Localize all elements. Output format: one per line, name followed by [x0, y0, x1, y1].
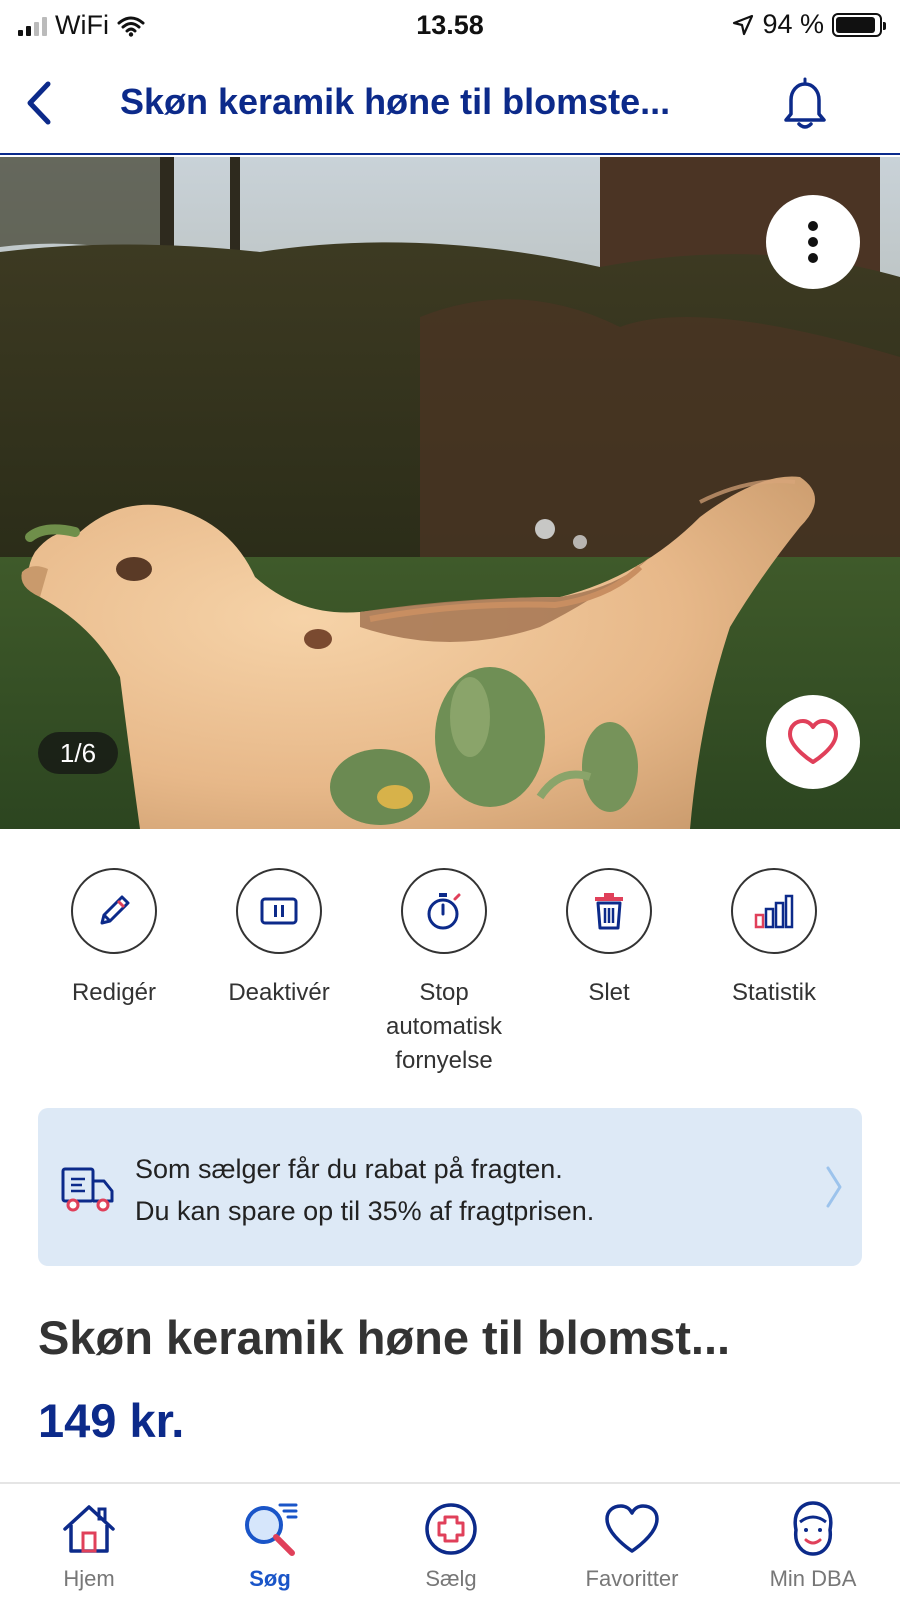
- tab-favorites-label: Favoritter: [585, 1566, 679, 1591]
- edit-action-circle[interactable]: [71, 868, 157, 954]
- battery-percent: 94 %: [762, 9, 824, 39]
- battery-icon: [832, 12, 886, 37]
- delete-action-circle[interactable]: [566, 868, 652, 954]
- more-options-button[interactable]: [766, 195, 860, 289]
- tab-my-dba-label: Min DBA: [769, 1566, 857, 1591]
- shipping-banner-line1: Som sælger får du rabat på fragten.: [135, 1154, 563, 1184]
- pencil-icon: [100, 895, 130, 925]
- deactivate-action[interactable]: Deaktivér: [204, 868, 354, 1010]
- bottom-tab-bar: Hjem Søg Sælg Favoritter Min DBA: [0, 1482, 900, 1600]
- nav-header: Skøn keramik høne til blomste...: [0, 55, 900, 155]
- delivery-truck-icon: [61, 1167, 114, 1212]
- tab-home-label: Hjem: [63, 1566, 115, 1591]
- stopwatch-icon: [427, 893, 461, 930]
- shipping-banner-text: Som sælger får du rabat på fragten. Du k…: [135, 1148, 594, 1232]
- listing-image-gallery[interactable]: 1/6: [0, 157, 900, 829]
- delete-action-label: Slet: [588, 979, 630, 1006]
- home-icon: [58, 1498, 120, 1560]
- listing-title: Skøn keramik høne til blomst...: [38, 1311, 731, 1364]
- trash-icon: [595, 893, 623, 930]
- stop-renewal-label-line: Stop: [419, 979, 469, 1006]
- stop-renewal-action[interactable]: Stop automatisk fornyelse: [369, 868, 519, 1078]
- chevron-right-icon: [826, 1166, 842, 1208]
- deactivate-action-circle[interactable]: [236, 868, 322, 954]
- shipping-banner-line2: Du kan spare op til 35% af fragtprisen.: [135, 1196, 595, 1226]
- statistics-action-label: Statistik: [731, 979, 817, 1006]
- shipping-discount-banner[interactable]: Som sælger får du rabat på fragten. Du k…: [38, 1108, 862, 1266]
- tab-sell[interactable]: Sælg: [386, 1498, 516, 1592]
- status-bar: WiFi 13.58 94 %: [0, 0, 900, 50]
- tab-favorites[interactable]: Favoritter: [567, 1498, 697, 1592]
- listing-photo: [0, 157, 900, 829]
- profile-icon: [782, 1498, 844, 1560]
- heart-icon: [601, 1498, 663, 1560]
- chevron-left-icon: [27, 81, 51, 125]
- tab-sell-label: Sælg: [425, 1566, 477, 1591]
- tab-search-label: Søg: [249, 1566, 291, 1591]
- bar-chart-icon: [754, 894, 794, 929]
- bell-icon: [784, 77, 826, 129]
- edit-action[interactable]: Redigér: [39, 868, 189, 1010]
- listing-actions: Redigér Deaktivér Stop automatisk fornyels…: [0, 868, 900, 1074]
- back-button[interactable]: [14, 73, 64, 133]
- listing-price: 149 kr.: [38, 1394, 185, 1447]
- image-counter: 1/6: [38, 732, 118, 774]
- tab-home[interactable]: Hjem: [24, 1498, 154, 1592]
- location-arrow-icon: [733, 14, 754, 35]
- edit-action-label: Redigér: [71, 979, 157, 1006]
- tab-search[interactable]: Søg: [205, 1498, 335, 1592]
- heart-outline-icon: [788, 719, 838, 764]
- statistics-action[interactable]: Statistik: [699, 868, 849, 1010]
- search-icon: [239, 1498, 301, 1560]
- stop-renewal-action-circle[interactable]: [401, 868, 487, 954]
- stop-renewal-action-label: Stop automatisk fornyelse: [386, 976, 502, 1078]
- plus-circle-icon: [420, 1498, 482, 1560]
- pause-icon: [260, 897, 298, 925]
- statistics-action-circle[interactable]: [731, 868, 817, 954]
- favorite-button[interactable]: [766, 695, 860, 789]
- deactivate-action-label: Deaktivér: [228, 979, 330, 1006]
- notification-button[interactable]: [778, 73, 832, 133]
- more-vertical-icon: [808, 221, 818, 263]
- tab-my-dba[interactable]: Min DBA: [748, 1498, 878, 1592]
- stop-renewal-label-line: automatisk: [385, 1013, 503, 1040]
- status-right: 94 %: [732, 9, 886, 40]
- delete-action[interactable]: Slet: [534, 868, 684, 1010]
- stop-renewal-label-line: fornyelse: [395, 1047, 493, 1074]
- page-title: Skøn keramik høne til blomste...: [120, 81, 671, 122]
